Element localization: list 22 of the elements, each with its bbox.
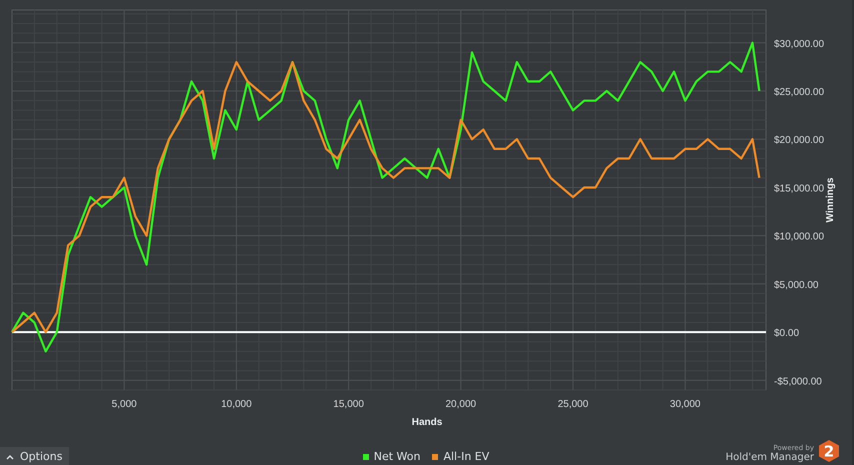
x-axis-title: Hands: [412, 417, 442, 428]
y-tick-label: $5,000.00: [774, 280, 818, 291]
y-tick-label: $10,000.00: [774, 232, 824, 243]
x-tick-label: 25,000: [558, 399, 588, 410]
options-button[interactable]: Options: [0, 447, 70, 465]
legend-label: Net Won: [374, 450, 420, 463]
x-tick-label: 5,000: [112, 399, 137, 410]
brand-name: Hold'em Manager: [726, 452, 814, 463]
y-tick-label: -$5,000.00: [774, 376, 822, 388]
x-tick-label: 15,000: [333, 399, 364, 410]
chevron-up-icon: [6, 454, 14, 460]
x-tick-label: 30,000: [670, 399, 700, 410]
y-tick-label: $25,000.00: [774, 87, 824, 98]
y-tick-label: $0.00: [774, 328, 800, 340]
y-tick-label: $30,000.00: [774, 38, 824, 50]
logo-badge: 2: [818, 439, 840, 463]
y-tick-label: $20,000.00: [774, 135, 824, 146]
legend-label: All-In EV: [443, 450, 490, 463]
y-axis-title: Winnings: [825, 178, 836, 222]
x-tick-label: 10,000: [221, 399, 252, 410]
x-tick-label: 20,000: [446, 399, 476, 410]
y-tick-label: $15,000.00: [774, 183, 824, 194]
